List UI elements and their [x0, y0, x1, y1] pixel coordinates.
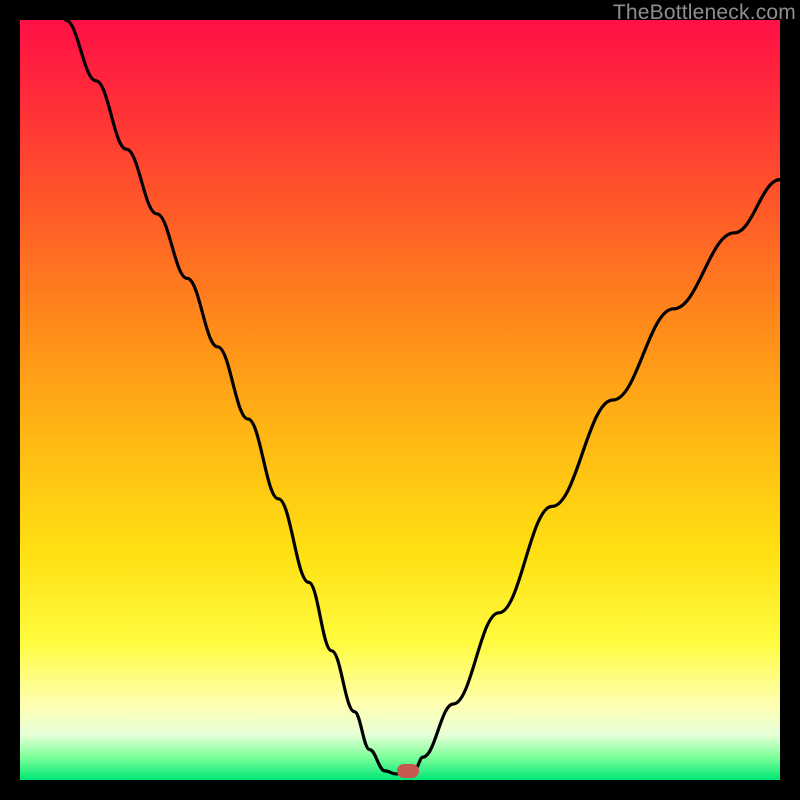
watermark-text: TheBottleneck.com	[613, 1, 796, 25]
bottleneck-curve	[66, 20, 780, 774]
curve-layer	[20, 20, 780, 780]
optimal-marker	[397, 764, 419, 778]
chart-frame	[20, 20, 780, 780]
plot-area	[20, 20, 780, 780]
